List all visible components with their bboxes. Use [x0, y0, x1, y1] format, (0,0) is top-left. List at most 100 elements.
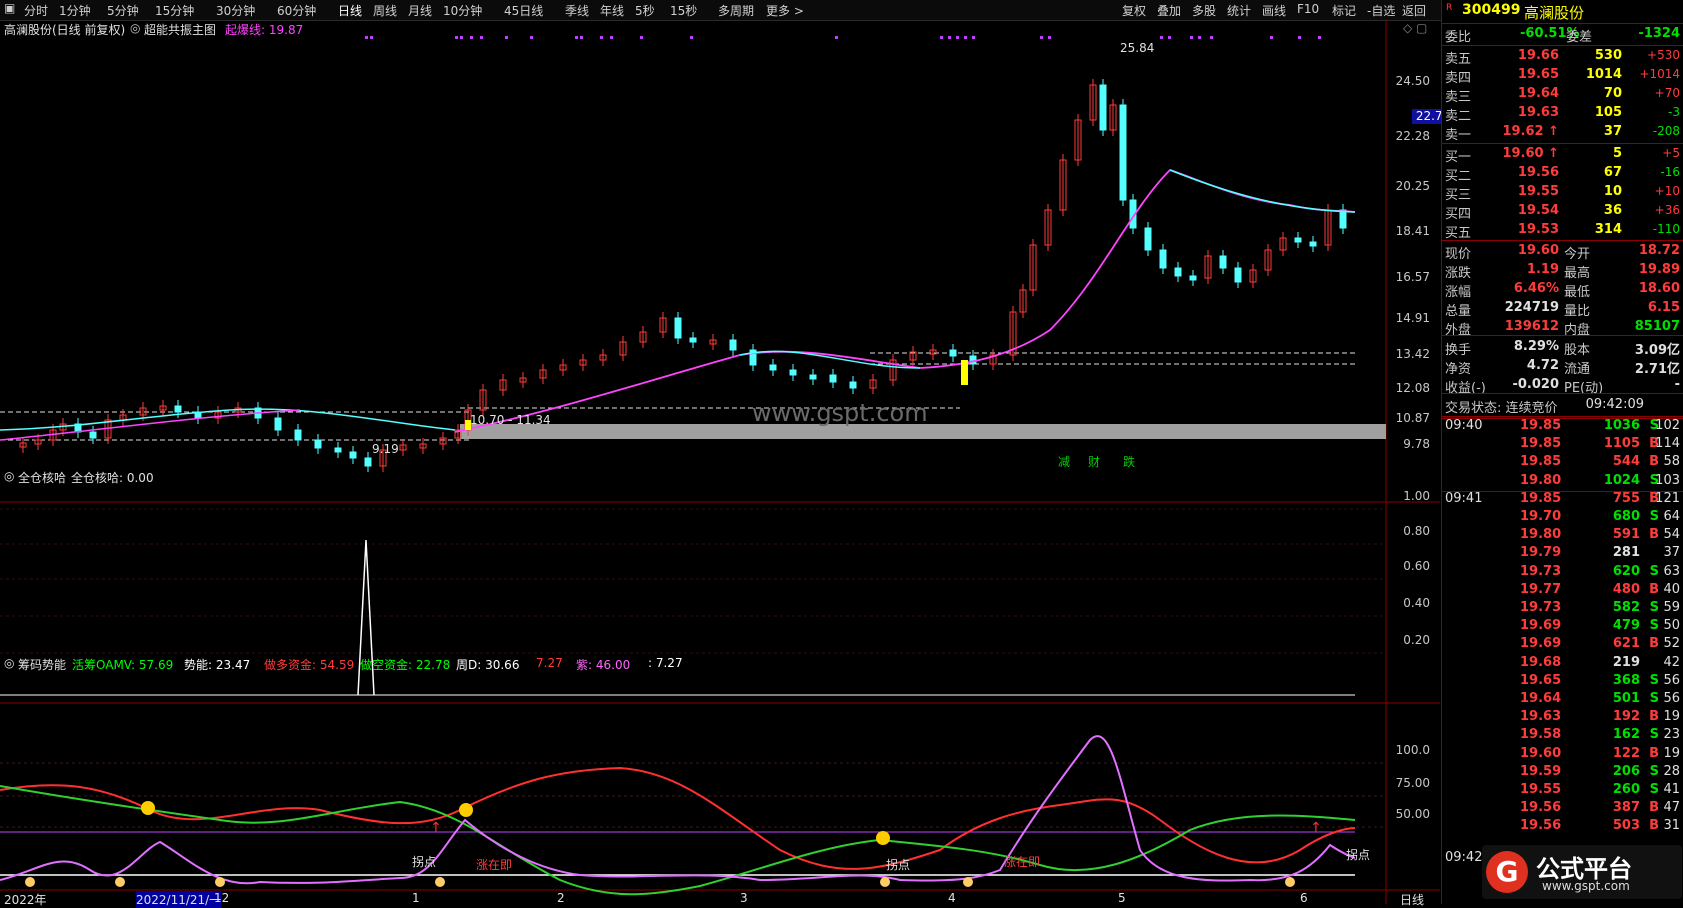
candle-body — [1159, 249, 1167, 269]
toolbar-button[interactable]: -自选 — [1367, 2, 1395, 19]
indicator-name[interactable]: 超能共振主图 — [144, 21, 216, 38]
bid-label: 买二 — [1445, 169, 1472, 184]
panel2-toggle-icon[interactable]: ◎ — [4, 469, 14, 483]
period-tab[interactable]: 多周期 — [718, 2, 754, 19]
tick-row: 19.80 591 B 54 — [1442, 527, 1683, 545]
period-tab[interactable]: 分时 — [24, 2, 48, 19]
menu-icon[interactable]: ▣ — [4, 1, 15, 15]
panel3-value: 做空资金: 22.78 — [360, 658, 451, 672]
tick-count: 42 — [1663, 654, 1680, 670]
price-tick: 20.25 — [1395, 179, 1430, 193]
bid-price: 19.54 — [1517, 203, 1559, 218]
ask-label: 卖一 — [1445, 128, 1472, 143]
watermark: www.gspt.com — [752, 399, 928, 427]
ask-row[interactable]: 卖五 19.66 530 +530 — [1442, 48, 1683, 67]
toolbar-button[interactable]: 返回 — [1402, 2, 1426, 19]
tick-price: 19.70 — [1520, 509, 1562, 524]
toolbar-button[interactable]: 多股 — [1192, 2, 1216, 19]
tick-volume: 544 — [1612, 454, 1640, 470]
candle-body — [1119, 104, 1127, 201]
bid-row[interactable]: 买二 19.56 67 -16 — [1442, 165, 1683, 184]
panel3-toggle-icon[interactable]: ◎ — [4, 656, 14, 670]
toolbar-button[interactable]: F10 — [1297, 2, 1319, 16]
indicator-toggle-icon[interactable]: ◎ — [130, 21, 140, 35]
signal-dot — [575, 36, 578, 39]
candle-body — [949, 349, 957, 357]
panel2-value: 全仓核哈: 0.00 — [71, 471, 154, 485]
stat-label: 今开 — [1564, 247, 1591, 262]
period-tab[interactable]: 年线 — [600, 2, 624, 19]
stat-row: 总量 224719 量比 6.15 — [1442, 300, 1683, 319]
toolbar-button[interactable]: 复权 — [1122, 2, 1146, 19]
kline-chart[interactable]: ↑ ↑ — [0, 20, 1440, 904]
ask-volume: 37 — [1603, 124, 1622, 139]
period-tab[interactable]: 60分钟 — [277, 2, 316, 19]
period-tab[interactable]: 月线 — [408, 2, 432, 19]
candle-body — [1219, 255, 1227, 269]
candle-body — [829, 374, 837, 383]
smiley-icon — [459, 803, 473, 817]
ma-line-cyan-c — [1169, 169, 1356, 213]
smiley-icon — [141, 801, 155, 815]
bid-row[interactable]: 买一 19.60 ↑ 5 +5 — [1442, 146, 1683, 165]
signal-die: 跌 — [1123, 455, 1136, 469]
period-tab[interactable]: 更多 > — [766, 2, 804, 19]
tick-count: 114 — [1655, 436, 1680, 452]
tick-volume: 1024 — [1603, 472, 1640, 488]
last-tick-time: 09:42 — [1445, 850, 1483, 865]
panel2-name[interactable]: 全仓核哈 — [18, 469, 66, 486]
panel3-value: 7.27 — [536, 656, 563, 670]
ask-row[interactable]: 卖一 19.62 ↑ 37 -208 — [1442, 124, 1683, 143]
bid-label: 买三 — [1445, 188, 1472, 203]
period-tab[interactable]: 10分钟 — [443, 2, 482, 19]
bid-change: -16 — [1660, 165, 1680, 179]
stock-title: 高澜股份(日线 前复权) — [4, 23, 126, 37]
stat-label: 量比 — [1564, 304, 1591, 319]
period-tab[interactable]: 30分钟 — [216, 2, 255, 19]
signal-dot — [1190, 36, 1193, 39]
period-tab[interactable]: 日线 — [338, 2, 362, 19]
bid-volume: 36 — [1603, 203, 1622, 218]
period-tab[interactable]: 周线 — [373, 2, 397, 19]
panel3-value: 周D: 30.66 — [456, 658, 520, 672]
period-tab[interactable]: 15秒 — [670, 2, 697, 19]
period-tab[interactable]: 5分钟 — [107, 2, 139, 19]
tick-row: 19.69 479 S 50 — [1442, 618, 1683, 636]
tick-row: 19.70 680 S 64 — [1442, 509, 1683, 527]
period-tab[interactable]: 1分钟 — [59, 2, 91, 19]
date-tick: 6 — [1300, 891, 1308, 905]
ask-row[interactable]: 卖四 19.65 1014 +1014 — [1442, 67, 1683, 86]
ask-change: +530 — [1647, 48, 1680, 62]
ask-row[interactable]: 卖三 19.64 70 +70 — [1442, 86, 1683, 105]
stat-label: 现价 — [1445, 247, 1472, 262]
tick-side: S — [1649, 691, 1659, 706]
tick-volume: 582 — [1612, 600, 1640, 615]
toolbar-button[interactable]: 叠加 — [1157, 2, 1181, 19]
panel3-name[interactable]: 筹码势能 — [18, 656, 66, 673]
expand-icon[interactable]: ◇ ▢ — [1403, 21, 1427, 35]
ask-change: +1014 — [1639, 67, 1680, 81]
tick-price: 19.69 — [1520, 636, 1562, 652]
period-tab[interactable]: 季线 — [565, 2, 589, 19]
tick-row: 19.64 501 S 56 — [1442, 691, 1683, 709]
tick-count: 63 — [1663, 563, 1680, 579]
tick-row: 09:41 19.85 755 B 121 — [1442, 490, 1683, 509]
toolbar-button[interactable]: 画线 — [1262, 2, 1286, 19]
tick-price: 19.60 — [1520, 745, 1562, 761]
bid-row[interactable]: 买五 19.53 314 -110 — [1442, 222, 1683, 241]
period-tab[interactable]: 5秒 — [635, 2, 655, 19]
ask-row[interactable]: 卖二 19.63 105 -3 — [1442, 105, 1683, 124]
toolbar-button[interactable]: 统计 — [1227, 2, 1251, 19]
green-line — [0, 785, 1356, 896]
signal-dot — [370, 36, 373, 39]
bid-row[interactable]: 买四 19.54 36 +36 — [1442, 203, 1683, 222]
toolbar-button[interactable]: 标记 — [1332, 2, 1356, 19]
period-tab[interactable]: 15分钟 — [155, 2, 194, 19]
tick-side: S — [1649, 672, 1659, 688]
period-tab[interactable]: 45日线 — [504, 2, 543, 19]
stat-value: 18.60 — [1638, 281, 1680, 296]
chart-area: ↑ ↑ 高澜股份(日线 前复权) ◎ 超能共振主图 起爆线: 19.87 ◇ ▢ … — [0, 20, 1454, 908]
bid-row[interactable]: 买三 19.55 10 +10 — [1442, 184, 1683, 203]
signal-dot — [365, 36, 368, 39]
tick-price: 19.80 — [1520, 527, 1562, 543]
